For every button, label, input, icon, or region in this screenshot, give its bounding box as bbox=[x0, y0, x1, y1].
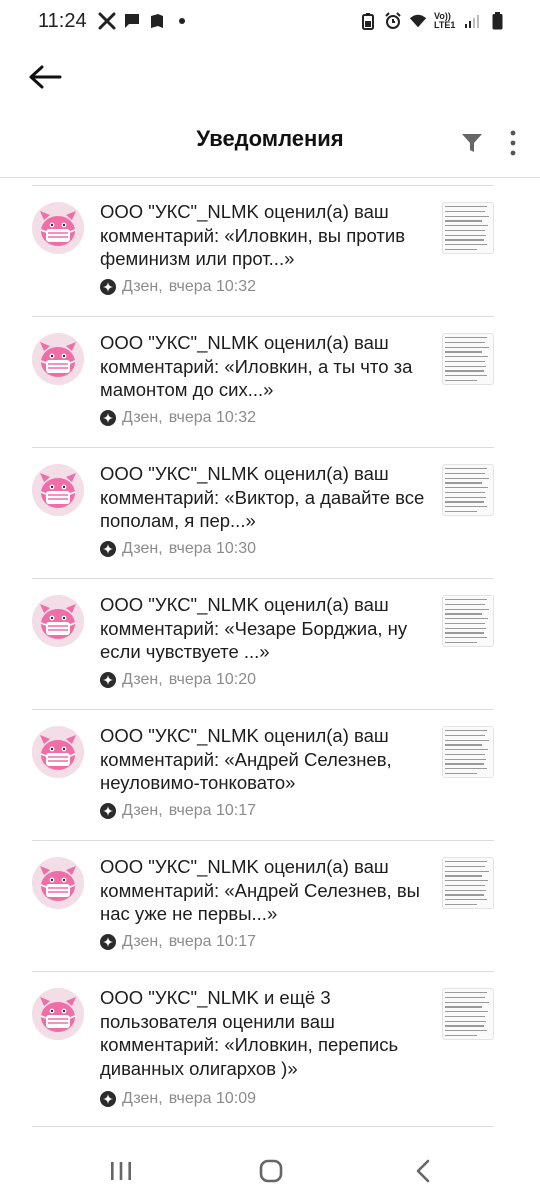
arrow-left-icon bbox=[29, 65, 62, 89]
notification-meta: Дзен, вчера 10:32 bbox=[100, 409, 256, 427]
notification-time: вчера 10:32 bbox=[168, 409, 257, 426]
recent-apps-icon bbox=[111, 1162, 131, 1180]
book-icon bbox=[148, 12, 166, 30]
notification-list: ООО "УКС"_NLMK оценил(а) ваш комментарий… bbox=[32, 185, 494, 1127]
notification-text: ООО "УКС"_NLMK и ещё 3 пользователя оцен… bbox=[100, 987, 399, 1079]
zen-icon bbox=[100, 541, 116, 557]
avatar[interactable] bbox=[32, 857, 84, 909]
meta-separator: , bbox=[158, 540, 163, 557]
piglet-mask-icon bbox=[32, 202, 84, 254]
chat-icon bbox=[123, 12, 141, 30]
avatar[interactable] bbox=[32, 595, 84, 647]
back-icon bbox=[416, 1159, 430, 1183]
notification-source: Дзен bbox=[122, 278, 159, 295]
nav-back-button[interactable] bbox=[408, 1156, 438, 1186]
notification-source: Дзен bbox=[122, 409, 159, 426]
wifi-icon bbox=[409, 12, 427, 30]
home-button[interactable] bbox=[256, 1156, 286, 1186]
notification-text: ООО "УКС"_NLMK оценил(а) ваш комментарий… bbox=[100, 332, 413, 400]
piglet-mask-icon bbox=[32, 595, 84, 647]
zen-icon bbox=[100, 279, 116, 295]
avatar[interactable] bbox=[32, 726, 84, 778]
notification-time: вчера 10:09 bbox=[168, 1090, 257, 1107]
signal-icon bbox=[463, 12, 481, 30]
meta-separator: , bbox=[158, 1090, 163, 1107]
header-divider bbox=[0, 177, 540, 178]
notification-time: вчера 10:20 bbox=[168, 671, 257, 688]
notification-text: ООО "УКС"_NLMK оценил(а) ваш комментарий… bbox=[100, 594, 408, 662]
notification-time: вчера 10:32 bbox=[168, 278, 257, 295]
comment-thumbnail[interactable] bbox=[442, 202, 494, 254]
network-label: Vo)) LTE1 bbox=[434, 11, 456, 30]
notification-text: ООО "УКС"_NLMK оценил(а) ваш комментарий… bbox=[100, 463, 425, 531]
comment-thumbnail[interactable] bbox=[442, 726, 494, 778]
notification-text: ООО "УКС"_NLMK оценил(а) ваш комментарий… bbox=[100, 725, 392, 793]
piglet-mask-icon bbox=[32, 857, 84, 909]
meta-separator: , bbox=[158, 409, 163, 426]
comment-thumbnail[interactable] bbox=[442, 857, 494, 909]
avatar[interactable] bbox=[32, 988, 84, 1040]
piglet-mask-icon bbox=[32, 988, 84, 1040]
more-options-button[interactable] bbox=[500, 128, 526, 158]
status-bar: 11:24 Vo)) LTE1 bbox=[0, 0, 540, 42]
comment-thumbnail[interactable] bbox=[442, 333, 494, 385]
notification-item[interactable]: ООО "УКС"_NLMK оценил(а) ваш комментарий… bbox=[32, 447, 494, 578]
meta-separator: , bbox=[158, 802, 163, 819]
zen-icon bbox=[100, 803, 116, 819]
notification-meta: Дзен, вчера 10:32 bbox=[100, 278, 256, 296]
zen-icon bbox=[100, 410, 116, 426]
notification-source: Дзен bbox=[122, 802, 159, 819]
notification-item[interactable]: ООО "УКС"_NLMK и ещё 3 пользователя оцен… bbox=[32, 971, 494, 1127]
zen-icon bbox=[100, 934, 116, 950]
recent-apps-button[interactable] bbox=[106, 1156, 136, 1186]
notification-time: вчера 10:30 bbox=[168, 540, 257, 557]
avatar[interactable] bbox=[32, 202, 84, 254]
back-button[interactable] bbox=[24, 56, 66, 98]
notification-item[interactable]: ООО "УКС"_NLMK оценил(а) ваш комментарий… bbox=[32, 709, 494, 840]
notification-item[interactable]: ООО "УКС"_NLMK оценил(а) ваш комментарий… bbox=[32, 316, 494, 447]
zen-icon bbox=[100, 1091, 116, 1107]
notification-item[interactable]: ООО "УКС"_NLMK оценил(а) ваш комментарий… bbox=[32, 840, 494, 971]
notification-meta: Дзен, вчера 10:20 bbox=[100, 671, 256, 689]
notification-time: вчера 10:17 bbox=[168, 802, 257, 819]
notification-meta: Дзен, вчера 10:09 bbox=[100, 1090, 256, 1108]
notification-text: ООО "УКС"_NLMK оценил(а) ваш комментарий… bbox=[100, 201, 406, 269]
notification-meta: Дзен, вчера 10:17 bbox=[100, 802, 256, 820]
meta-separator: , bbox=[158, 933, 163, 950]
comment-thumbnail[interactable] bbox=[442, 595, 494, 647]
piglet-mask-icon bbox=[32, 726, 84, 778]
meta-separator: , bbox=[158, 671, 163, 688]
alarm-icon bbox=[384, 12, 402, 30]
notification-source: Дзен bbox=[122, 671, 159, 688]
notification-meta: Дзен, вчера 10:30 bbox=[100, 540, 256, 558]
zen-icon bbox=[100, 672, 116, 688]
filter-icon bbox=[462, 134, 482, 152]
avatar[interactable] bbox=[32, 333, 84, 385]
status-time: 11:24 bbox=[38, 9, 87, 32]
battery-saver-icon bbox=[359, 12, 377, 30]
comment-thumbnail[interactable] bbox=[442, 464, 494, 516]
battery-icon bbox=[488, 12, 506, 30]
dot-icon bbox=[173, 12, 191, 30]
tools-icon bbox=[98, 12, 116, 30]
filter-button[interactable] bbox=[459, 130, 485, 156]
notification-meta: Дзен, вчера 10:17 bbox=[100, 933, 256, 951]
notification-time: вчера 10:17 bbox=[168, 933, 257, 950]
notification-source: Дзен bbox=[122, 933, 159, 950]
notification-text: ООО "УКС"_NLMK оценил(а) ваш комментарий… bbox=[100, 856, 420, 924]
home-icon bbox=[259, 1159, 283, 1183]
piglet-mask-icon bbox=[32, 333, 84, 385]
notification-source: Дзен bbox=[122, 1090, 159, 1107]
piglet-mask-icon bbox=[32, 464, 84, 516]
notification-item[interactable]: ООО "УКС"_NLMK оценил(а) ваш комментарий… bbox=[32, 185, 494, 316]
avatar[interactable] bbox=[32, 464, 84, 516]
more-vertical-icon bbox=[510, 130, 516, 156]
notification-item[interactable]: ООО "УКС"_NLMK оценил(а) ваш комментарий… bbox=[32, 578, 494, 709]
comment-thumbnail[interactable] bbox=[442, 988, 494, 1040]
meta-separator: , bbox=[158, 278, 163, 295]
notification-source: Дзен bbox=[122, 540, 159, 557]
